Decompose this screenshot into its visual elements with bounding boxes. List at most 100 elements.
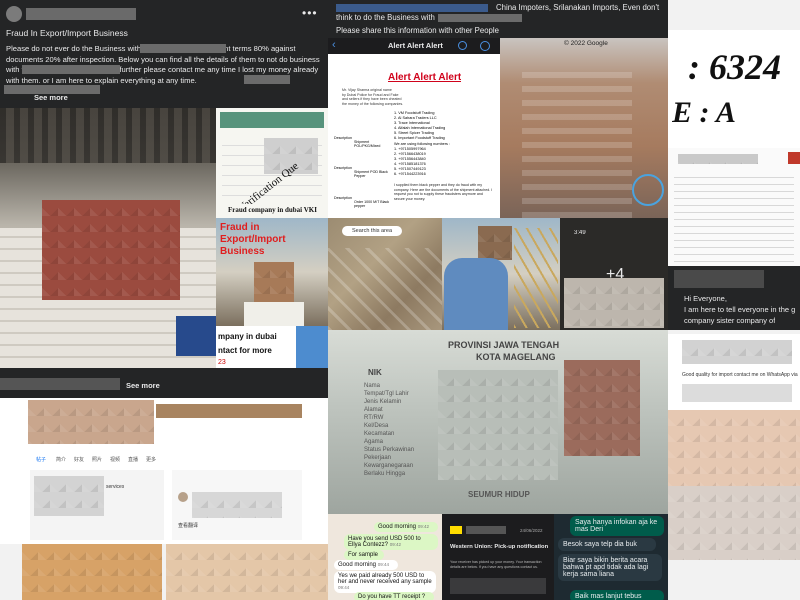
chat-bubble-in: Besok saya telp dia buk	[558, 538, 656, 551]
id-field: Agama	[364, 439, 384, 445]
alert-intro: Mr. Vijay Sharma original name by Dubai …	[342, 88, 492, 106]
poster-name-redacted[interactable]	[26, 8, 136, 20]
wu-body: Your receiver has picked up your money. …	[450, 560, 542, 569]
see-more-link[interactable]: See more	[34, 93, 68, 102]
whatsapp-chat-left: Good morning 09:42 Have you send USD 500…	[328, 514, 442, 600]
fb-see-more-strip: See more	[0, 368, 328, 398]
id-card-photo[interactable]: PROVINSI JAWA TENGAH KOTA MAGELANG NIK N…	[328, 330, 668, 514]
pallet	[176, 316, 216, 356]
quality-post: Good quality for import contact me on Wh…	[668, 334, 800, 410]
company-list: 1. VM Foodstuff Trading 2. Al Sahara Tra…	[394, 111, 494, 177]
quality-redacted	[682, 340, 792, 364]
shop-photo[interactable]: Fraud in Export/Import Business	[216, 218, 328, 326]
chat-text: For sample	[348, 552, 379, 558]
post-menu-icon[interactable]: •••	[302, 6, 318, 20]
blue-shirt	[444, 258, 508, 330]
doc-logo	[788, 152, 800, 164]
quality-redacted-2	[682, 384, 792, 402]
id-field: Berlaku Hingga	[364, 471, 406, 477]
large-text-line-2: E : A	[672, 96, 736, 129]
caption-fraud-export: Fraud in Export/Import Business	[220, 222, 286, 257]
back-icon[interactable]: ‹	[332, 39, 336, 51]
id-field: Nama	[364, 383, 381, 389]
wu-logo	[450, 526, 462, 534]
chat-text: Yes we paid already 500 USD to her and n…	[338, 573, 432, 585]
post-avatar	[178, 492, 188, 502]
alert-heading: Alert Alert Alert	[388, 72, 462, 83]
tab-4[interactable]: 视频	[110, 456, 120, 463]
wu-title: Western Union: Pick-up notification	[450, 544, 549, 550]
wu-redacted-2	[450, 578, 546, 594]
share-icon[interactable]	[480, 41, 490, 51]
bottom-photo-2[interactable]	[166, 544, 328, 600]
chat-time: 09:44	[338, 585, 350, 590]
tab-5[interactable]: 直播	[128, 456, 138, 463]
tab-2[interactable]: 好友	[74, 456, 84, 463]
quality-text: Good quality for import contact me on Wh…	[682, 372, 798, 378]
post-line-1: China Impoters, Srilanakan Imports, Even…	[336, 3, 660, 22]
id-city: KOTA MAGELANG	[476, 352, 556, 362]
about-redacted	[34, 476, 104, 516]
chat-text: Good morning	[338, 562, 377, 568]
chat-bubble-out: Have you send USD 500 to Ellya Contezz? …	[344, 534, 438, 550]
post-redacted	[192, 492, 282, 518]
chat-bubble-out: Saya hanya infokan aja ke mas Deri	[570, 516, 664, 536]
bottom-photo-1[interactable]	[22, 544, 162, 600]
tab-1[interactable]: 简介	[56, 456, 66, 463]
poster-avatar[interactable]	[6, 6, 22, 22]
chat-text: Besok saya telp dia buk	[563, 541, 637, 548]
chat-text: Biar saya bikin berita acara bahwa pt ap…	[563, 557, 649, 578]
chat-text: Good morning	[378, 524, 417, 530]
blurred-photo-r1[interactable]	[668, 410, 800, 486]
redaction	[22, 65, 120, 74]
western-union-notification: 24/06/2022 Western Union: Pick-up notifi…	[442, 514, 554, 600]
large-text-doc: : 6324 E : A	[668, 30, 800, 148]
map-roads	[328, 248, 442, 330]
invoice-doc	[668, 148, 800, 266]
chat-time: 09:44	[377, 562, 389, 567]
chat-bubble-out: Good morning 09:42	[374, 522, 438, 532]
id-field: RT/RW	[364, 415, 384, 421]
doc-header-band	[220, 112, 324, 128]
company-document-photo[interactable]: For Verification Que	[216, 108, 328, 218]
tab-0[interactable]: 帖子	[36, 456, 46, 463]
map-search-pill[interactable]: Search this area	[342, 226, 402, 236]
translate-link[interactable]: 查看翻译	[178, 522, 198, 529]
hi-line-3: company sister company of	[684, 316, 776, 325]
redaction	[140, 44, 226, 53]
man-outdoor-photo[interactable]	[442, 218, 560, 330]
post-title: Fraud In Export/Import Business	[6, 28, 128, 38]
chat-bubble-in: Yes we paid already 500 USD to her and n…	[334, 571, 436, 593]
id-field: Kewarganegaraan	[364, 463, 414, 469]
fb-profile-screenshot: 帖子 简介 好友 照片 视频 直播 更多 services 查看翻译	[0, 398, 328, 544]
see-more-link-2[interactable]: See more	[126, 381, 160, 390]
chat-text: Baik mas lanjut tebus	[575, 593, 642, 600]
blurred-photo-r2[interactable]	[668, 486, 800, 560]
id-fields: Nama Tempat/Tgl Lahir Jenis Kelamin Alam…	[364, 382, 434, 478]
tab-3[interactable]: 照片	[92, 456, 102, 463]
satellite-map[interactable]: Search this area	[328, 218, 442, 330]
caption-panel: mpany in dubai ntact for more 23	[216, 326, 328, 368]
cover-photo-right	[156, 404, 302, 418]
id-field: Kel/Desa	[364, 423, 389, 429]
wu-redacted	[466, 526, 506, 534]
id-values-redacted	[438, 370, 558, 480]
tab-6[interactable]: 更多	[146, 456, 156, 463]
redaction	[244, 75, 290, 84]
warehouse-photo[interactable]	[0, 108, 216, 368]
id-province: PROVINSI JAWA TENGAH	[448, 340, 560, 350]
building-photo[interactable]: © 2022 Google	[500, 38, 668, 218]
chat-text: Saya hanya infokan aja ke mas Deri	[575, 519, 658, 533]
building-windows	[522, 68, 632, 218]
warehouse-roof	[0, 108, 216, 163]
id-field: Tempat/Tgl Lahir	[364, 391, 409, 397]
video-overlay-photo[interactable]: 3:49 +4	[560, 218, 668, 330]
chat-bubble-out: Do you have TT receipt ?	[354, 592, 434, 600]
row-value: Shipment POD Black Pepper	[354, 170, 388, 178]
chat-time: 09:42	[389, 542, 401, 547]
chat-bubble-in: Biar saya bikin berita acara bahwa pt ap…	[558, 554, 662, 581]
large-text-line-1: : 6324	[688, 47, 781, 87]
post-line-2: Please share this information with other…	[336, 26, 499, 35]
caption-fraud-dubai: Fraud company in dubai VKI	[228, 206, 317, 214]
search-icon[interactable]	[458, 41, 467, 50]
